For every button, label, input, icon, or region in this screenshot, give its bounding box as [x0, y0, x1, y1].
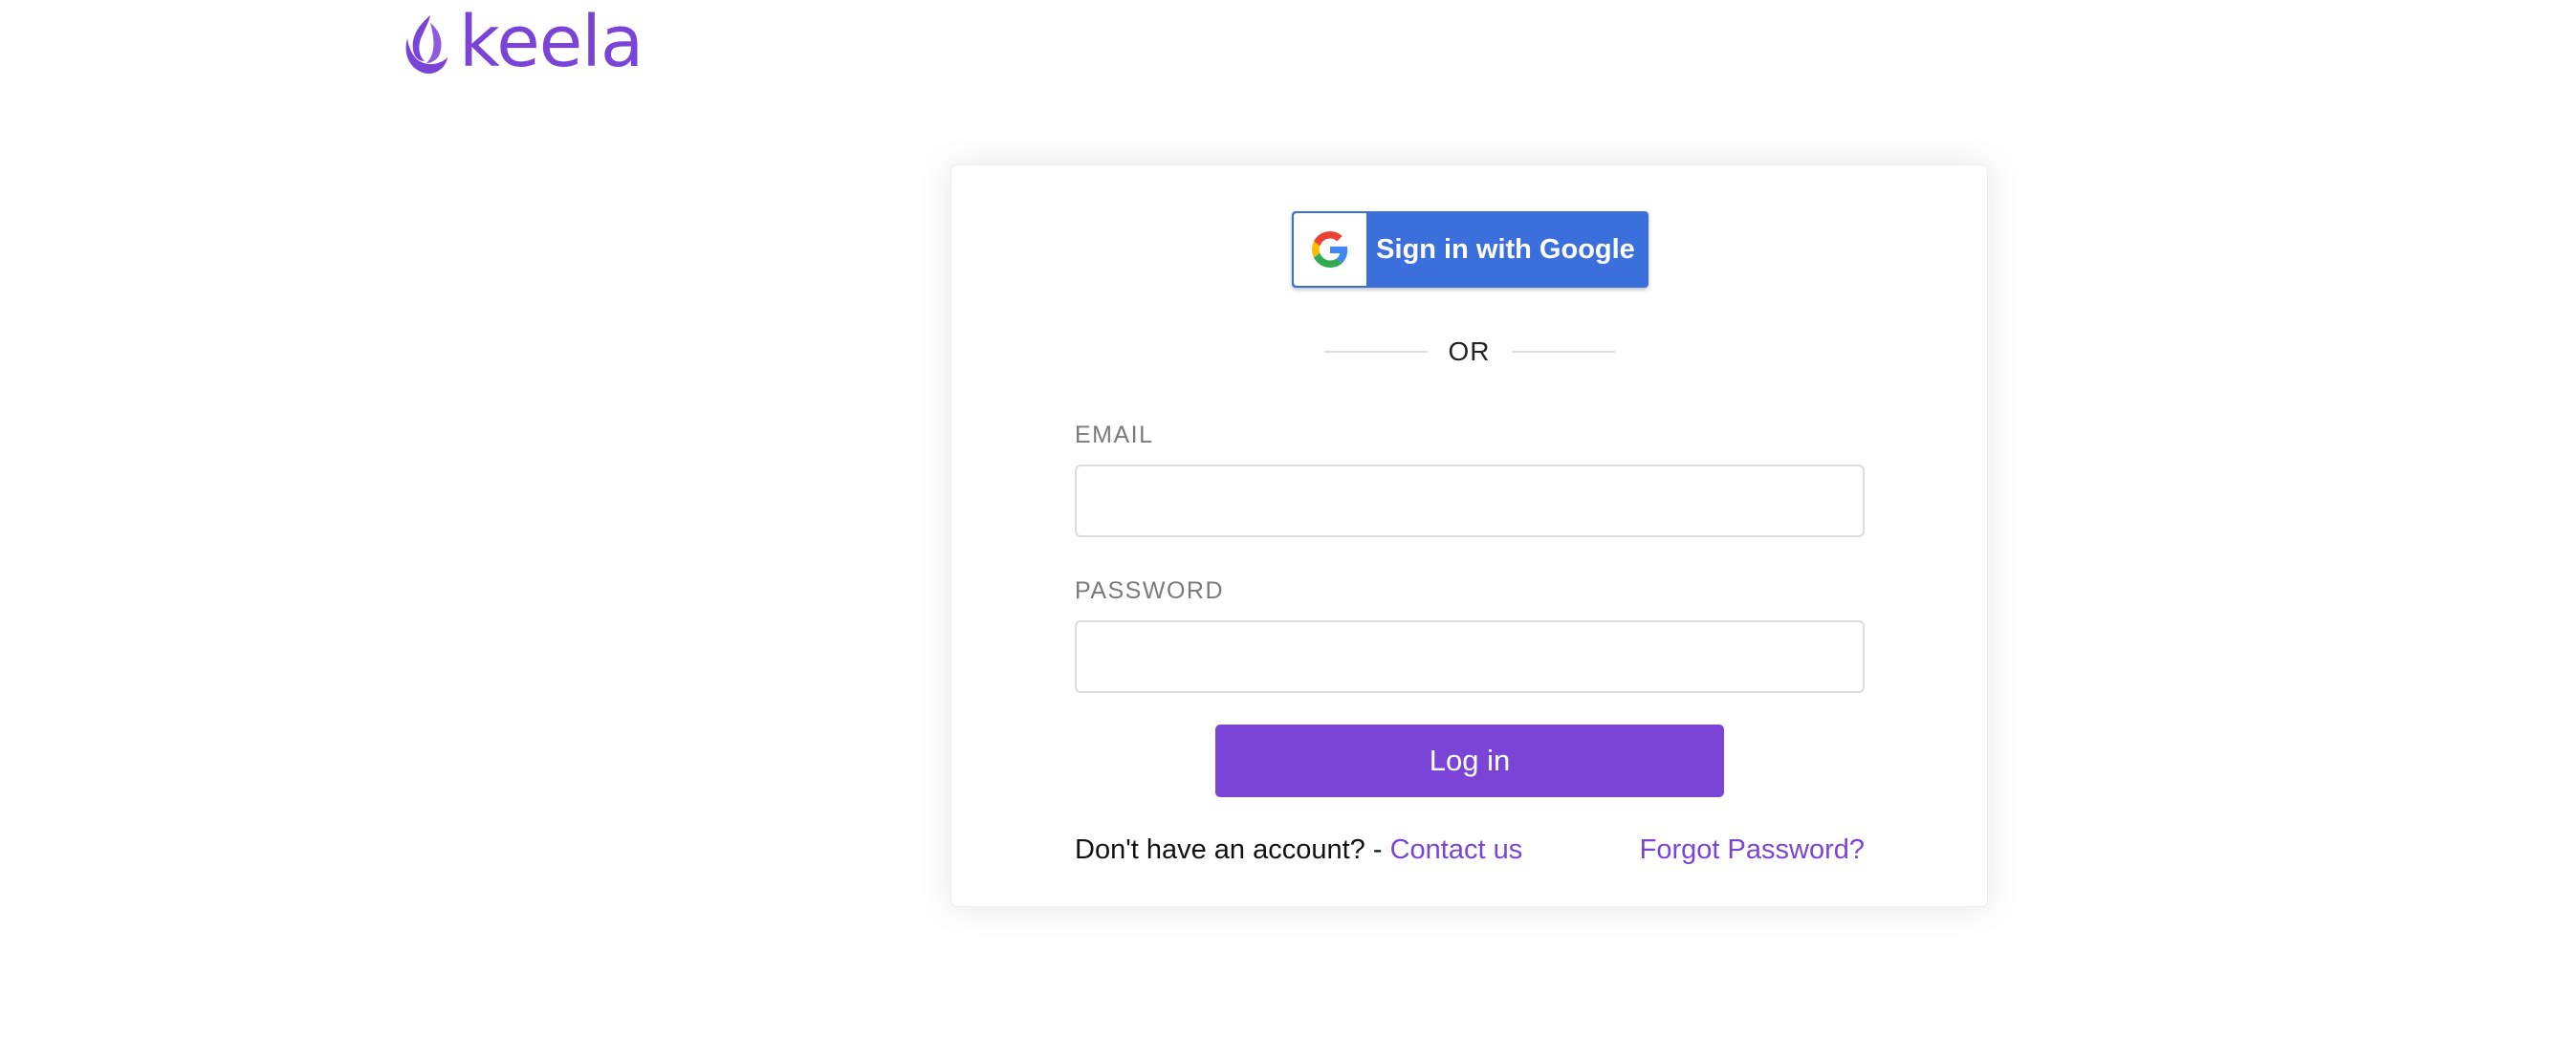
password-field[interactable]: [1075, 620, 1865, 693]
contact-us-link[interactable]: Contact us: [1390, 834, 1523, 865]
password-label: PASSWORD: [1075, 577, 1224, 604]
log-in-button[interactable]: Log in: [1215, 725, 1724, 797]
email-field[interactable]: [1075, 465, 1865, 537]
forgot-password-link[interactable]: Forgot Password?: [1640, 834, 1865, 866]
google-sign-in-label: Sign in with Google: [1376, 233, 1635, 265]
no-account-text: Don't have an account? -: [1075, 834, 1390, 865]
keela-logo[interactable]: keela: [402, 7, 644, 78]
login-card: Sign in with Google OR EMAIL PASSWORD Lo…: [950, 164, 1988, 907]
no-account-prompt: Don't have an account? - Contact us: [1075, 834, 1522, 866]
email-label: EMAIL: [1075, 422, 1154, 448]
login-page: keela Sign in with Google OR EMAIL PASSW…: [0, 0, 2576, 1061]
google-g-icon: [1312, 231, 1348, 268]
or-text: OR: [1448, 336, 1491, 366]
account-links-row: Don't have an account? - Contact us Forg…: [1075, 831, 1865, 869]
google-sign-in-button[interactable]: Sign in with Google: [1292, 211, 1648, 288]
or-divider: OR: [951, 333, 1987, 371]
google-icon-box: [1294, 213, 1366, 286]
divider-line-left: [1323, 351, 1428, 353]
divider-line-right: [1511, 351, 1615, 353]
keela-leaf-icon: [405, 15, 448, 75]
brand-wordmark: keela: [459, 1, 644, 83]
